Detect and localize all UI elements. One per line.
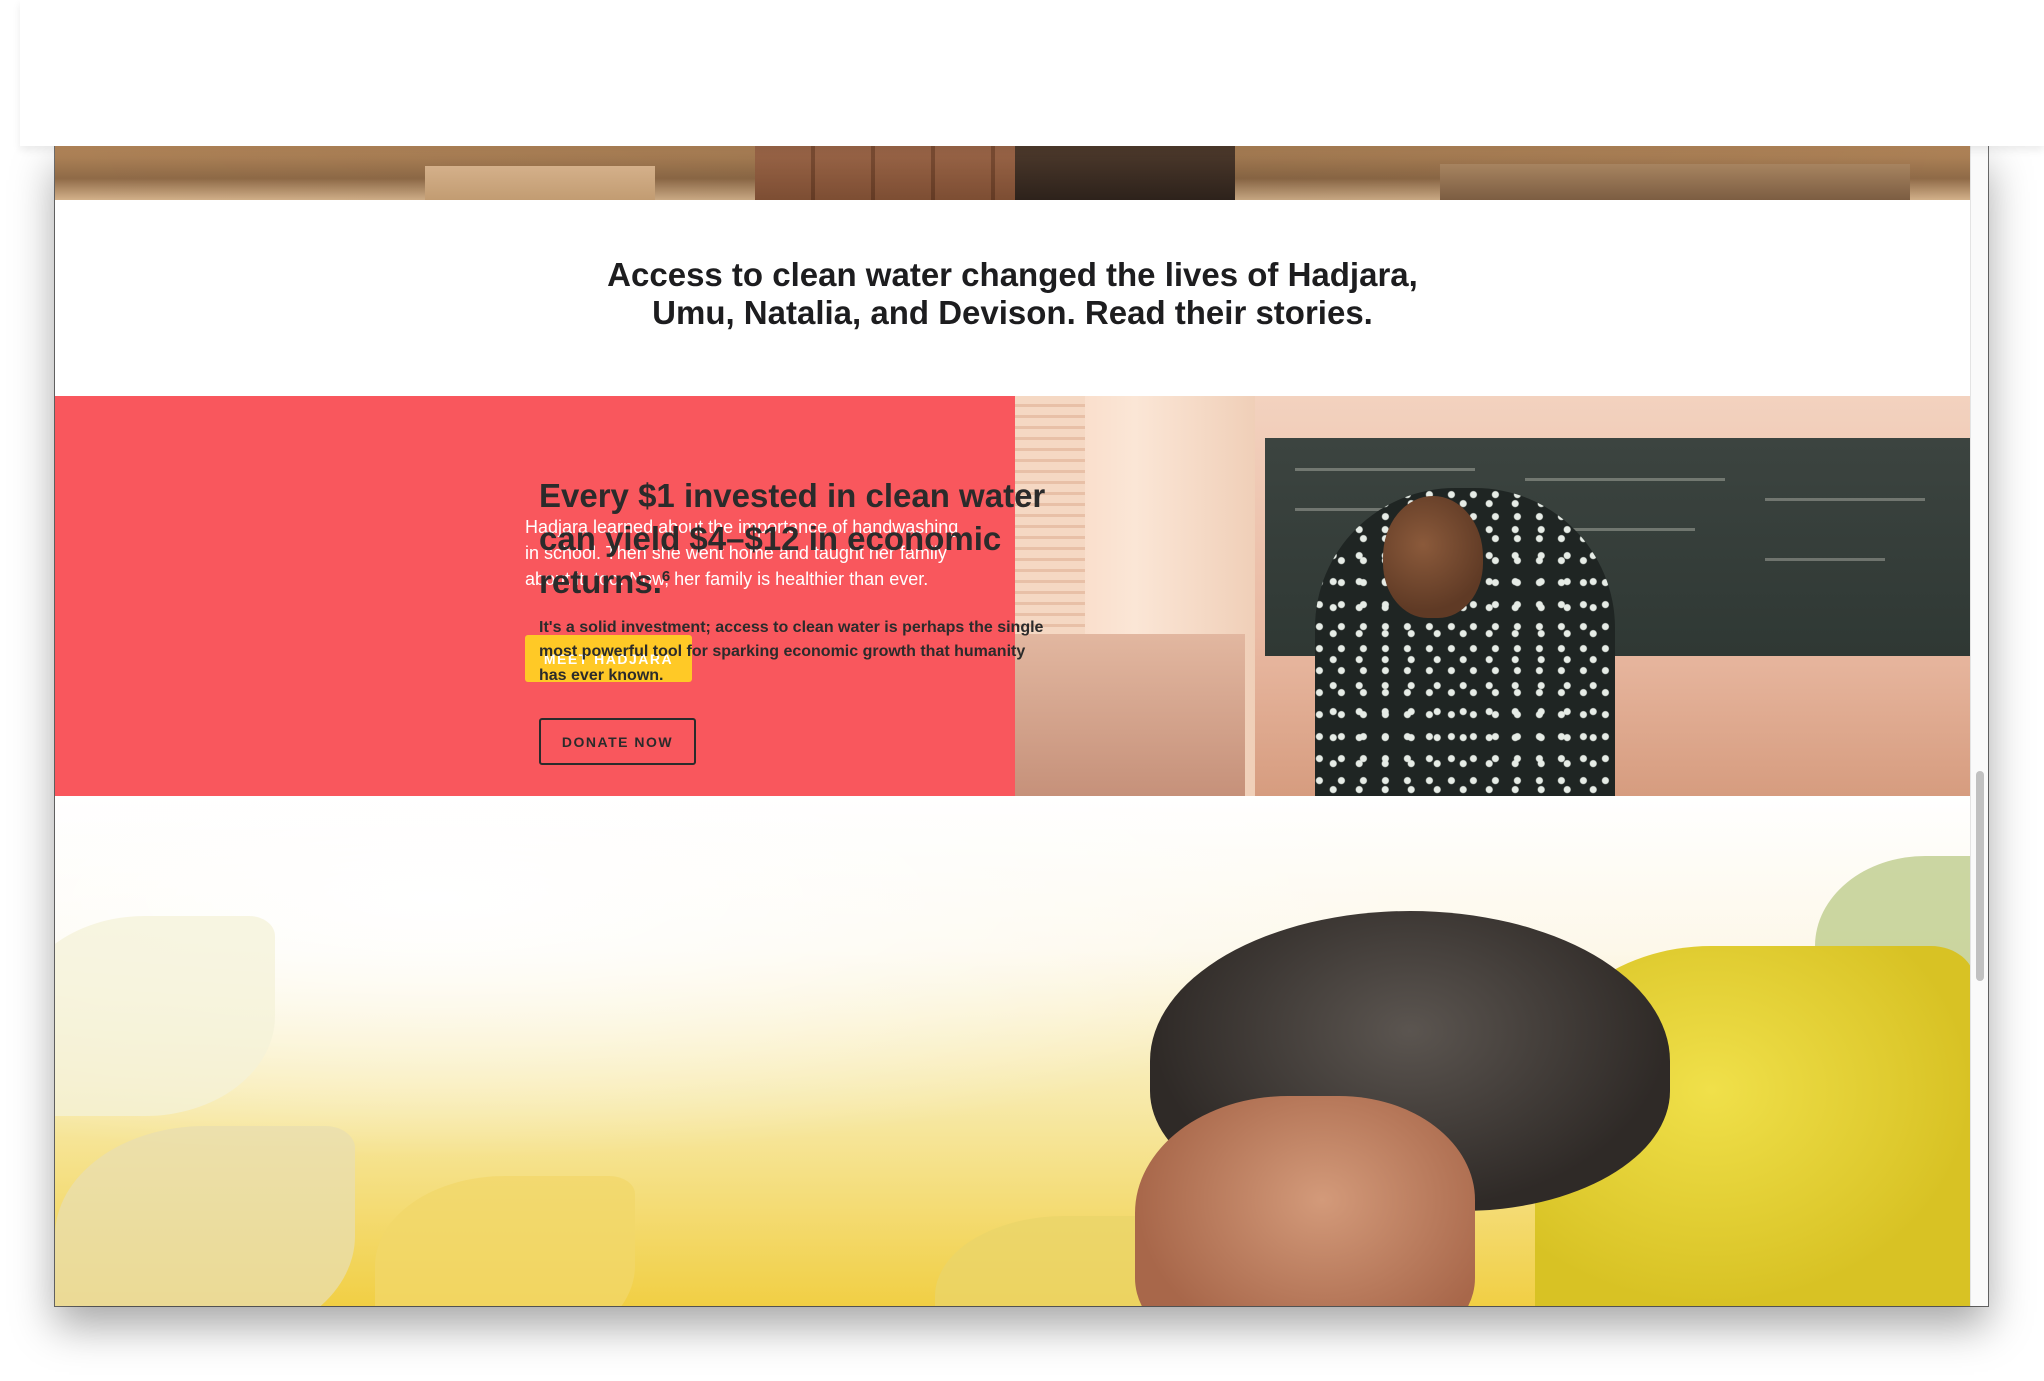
background-leaf — [55, 916, 275, 1116]
hero-image-strip — [55, 146, 1970, 200]
stories-heading-line2: Umu, Natalia, and Devison. Read their st… — [652, 294, 1373, 331]
economic-heading-line2: can yield $4–$12 in economic — [539, 520, 1002, 557]
vertical-scrollbar[interactable] — [1970, 146, 1988, 1306]
chalk-line — [1295, 468, 1475, 471]
economic-returns-section — [55, 796, 1970, 1306]
chalk-line — [1765, 558, 1885, 561]
hero-image-detail — [1015, 146, 1235, 200]
photo-desk — [1015, 634, 1245, 796]
economic-heading-line1: Every $1 invested in clean water — [539, 477, 1046, 514]
economic-returns-text: It's a solid investment; access to clean… — [539, 619, 1044, 684]
browser-window: Access to clean water changed the lives … — [55, 146, 1988, 1306]
footnote-marker[interactable]: 6 — [662, 568, 670, 585]
donate-now-button[interactable]: DONATE NOW — [539, 718, 696, 765]
scrollbar-thumb[interactable] — [1976, 771, 1984, 981]
photo-woman-face — [1135, 1096, 1475, 1306]
background-leaf — [55, 1126, 355, 1306]
top-bar — [20, 0, 2044, 146]
hero-image-detail — [425, 166, 655, 200]
photo-girl — [1305, 478, 1625, 796]
photo-girl-face — [1383, 496, 1483, 618]
economic-returns-heading: Every $1 invested in clean water can yie… — [539, 474, 1059, 603]
hero-image-detail — [1440, 164, 1910, 200]
background-leaf — [375, 1176, 635, 1306]
economic-heading-line3: returns. — [539, 563, 662, 600]
chalk-line — [1765, 498, 1925, 501]
stories-heading-line1: Access to clean water changed the lives … — [607, 256, 1418, 293]
hadjara-photo — [1015, 396, 1970, 796]
page-content: Access to clean water changed the lives … — [55, 146, 1970, 1306]
stories-heading: Access to clean water changed the lives … — [55, 256, 1970, 332]
